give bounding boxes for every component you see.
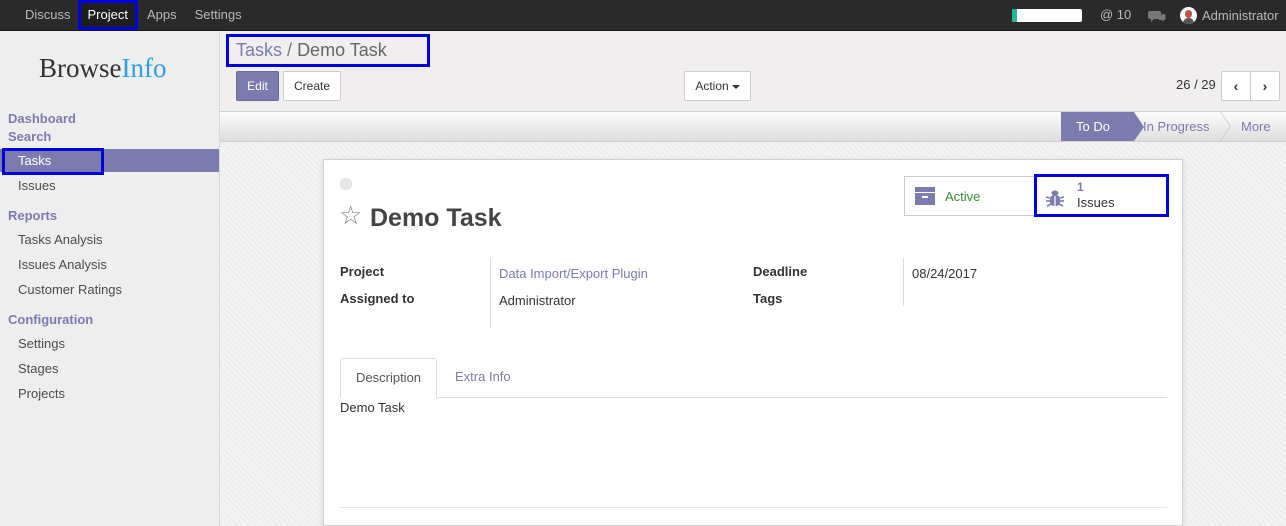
- divider: [340, 507, 1167, 508]
- project-label: Project: [340, 264, 385, 279]
- stage-statusbar: To Do In Progress More: [220, 111, 1286, 142]
- active-toggle-button[interactable]: Active: [905, 177, 1034, 215]
- progress-bar[interactable]: [1012, 9, 1082, 22]
- sidebar-item-issues-analysis[interactable]: Issues Analysis: [18, 257, 107, 272]
- sidebar-section-reports: Reports: [8, 208, 58, 223]
- sidebar-item-issues[interactable]: Issues: [18, 178, 56, 193]
- stage-divider: [1220, 112, 1232, 141]
- action-dropdown[interactable]: Action: [684, 71, 751, 101]
- app-menu: Discuss Project Apps Settings: [0, 0, 251, 31]
- kanban-state-dot[interactable]: [340, 178, 352, 190]
- sidebar-section-search[interactable]: Search: [8, 129, 51, 144]
- menu-settings[interactable]: Settings: [186, 0, 251, 31]
- tags-label: Tags: [753, 291, 783, 306]
- logo-browse: Browse: [39, 53, 122, 83]
- sidebar-item-tasks-analysis[interactable]: Tasks Analysis: [18, 232, 103, 247]
- assigned-to-value[interactable]: Administrator: [499, 293, 576, 308]
- chevron-left-icon: ‹: [1233, 78, 1239, 94]
- field-separator: [490, 258, 491, 328]
- issues-label: Issues: [1077, 195, 1115, 210]
- sidebar-section-configuration: Configuration: [8, 312, 94, 327]
- assigned-to-label: Assigned to: [340, 291, 415, 306]
- action-label: Action: [695, 79, 729, 93]
- logo-info: Info: [121, 53, 167, 83]
- sidebar-item-customer-ratings[interactable]: Customer Ratings: [18, 282, 122, 297]
- company-logo: BrowseInfo: [39, 53, 166, 84]
- stage-to-do[interactable]: To Do: [1061, 112, 1144, 141]
- pager-previous-button[interactable]: ‹: [1221, 71, 1251, 101]
- issues-smart-button[interactable]: 1 Issues: [1034, 174, 1169, 217]
- menu-discuss[interactable]: Discuss: [0, 0, 78, 31]
- breadcrumb: Tasks / Demo Task: [226, 34, 430, 67]
- notebook-tabs: Description Extra Info: [340, 358, 1167, 398]
- pager-value[interactable]: 26 / 29: [1176, 77, 1216, 92]
- description-text[interactable]: Demo Task: [340, 400, 405, 415]
- chat-icon[interactable]: [1148, 0, 1166, 31]
- sidebar-item-settings[interactable]: Settings: [18, 336, 65, 351]
- sidebar-item-stages[interactable]: Stages: [18, 361, 58, 376]
- pager-next-button[interactable]: ›: [1250, 71, 1280, 101]
- deadline-value[interactable]: 08/24/2017: [912, 266, 977, 281]
- issues-count: 1: [1077, 180, 1084, 194]
- project-value[interactable]: Data Import/Export Plugin: [499, 266, 648, 281]
- menu-apps[interactable]: Apps: [138, 0, 186, 31]
- active-label: Active: [945, 189, 981, 204]
- field-separator: [903, 258, 904, 306]
- bug-icon: [1045, 190, 1065, 207]
- archive-icon: [915, 187, 935, 205]
- menu-project[interactable]: Project: [77, 0, 138, 30]
- sidebar-item-projects[interactable]: Projects: [18, 386, 65, 401]
- control-panel: Tasks / Demo Task Edit Create Action 26 …: [220, 31, 1286, 111]
- progress-fill: [1012, 9, 1017, 22]
- smart-buttons: Active 1 Issues: [904, 174, 1169, 217]
- task-title: Demo Task: [370, 204, 502, 232]
- star-icon[interactable]: ☆: [339, 200, 362, 230]
- sidebar-item-tasks-label[interactable]: Tasks: [18, 153, 51, 168]
- create-button[interactable]: Create: [283, 71, 341, 101]
- caret-down-icon: [731, 84, 740, 89]
- tab-description[interactable]: Description: [340, 358, 438, 398]
- stage-more[interactable]: More: [1241, 112, 1271, 141]
- breadcrumb-parent[interactable]: Tasks: [236, 40, 282, 60]
- breadcrumb-current: Demo Task: [297, 40, 387, 60]
- breadcrumb-separator: /: [287, 40, 293, 60]
- top-navbar: Discuss Project Apps Settings @ 10 Admin…: [0, 0, 1286, 31]
- chevron-right-icon: ›: [1262, 78, 1268, 94]
- tab-extra-info[interactable]: Extra Info: [440, 358, 526, 398]
- stage-in-progress[interactable]: In Progress: [1143, 112, 1209, 141]
- user-name: Administrator: [1202, 7, 1279, 23]
- deadline-label: Deadline: [753, 264, 808, 279]
- form-sheet: ☆ Demo Task Active 1 Issues Project Assi…: [323, 159, 1183, 526]
- user-menu[interactable]: Administrator: [1180, 0, 1279, 31]
- avatar: [1180, 7, 1197, 24]
- sidebar: BrowseInfo Dashboard Search Tasks Issues…: [0, 31, 220, 526]
- edit-button[interactable]: Edit: [236, 71, 279, 101]
- sidebar-section-dashboard[interactable]: Dashboard: [8, 111, 76, 126]
- mentions-counter[interactable]: @ 10: [1100, 0, 1131, 31]
